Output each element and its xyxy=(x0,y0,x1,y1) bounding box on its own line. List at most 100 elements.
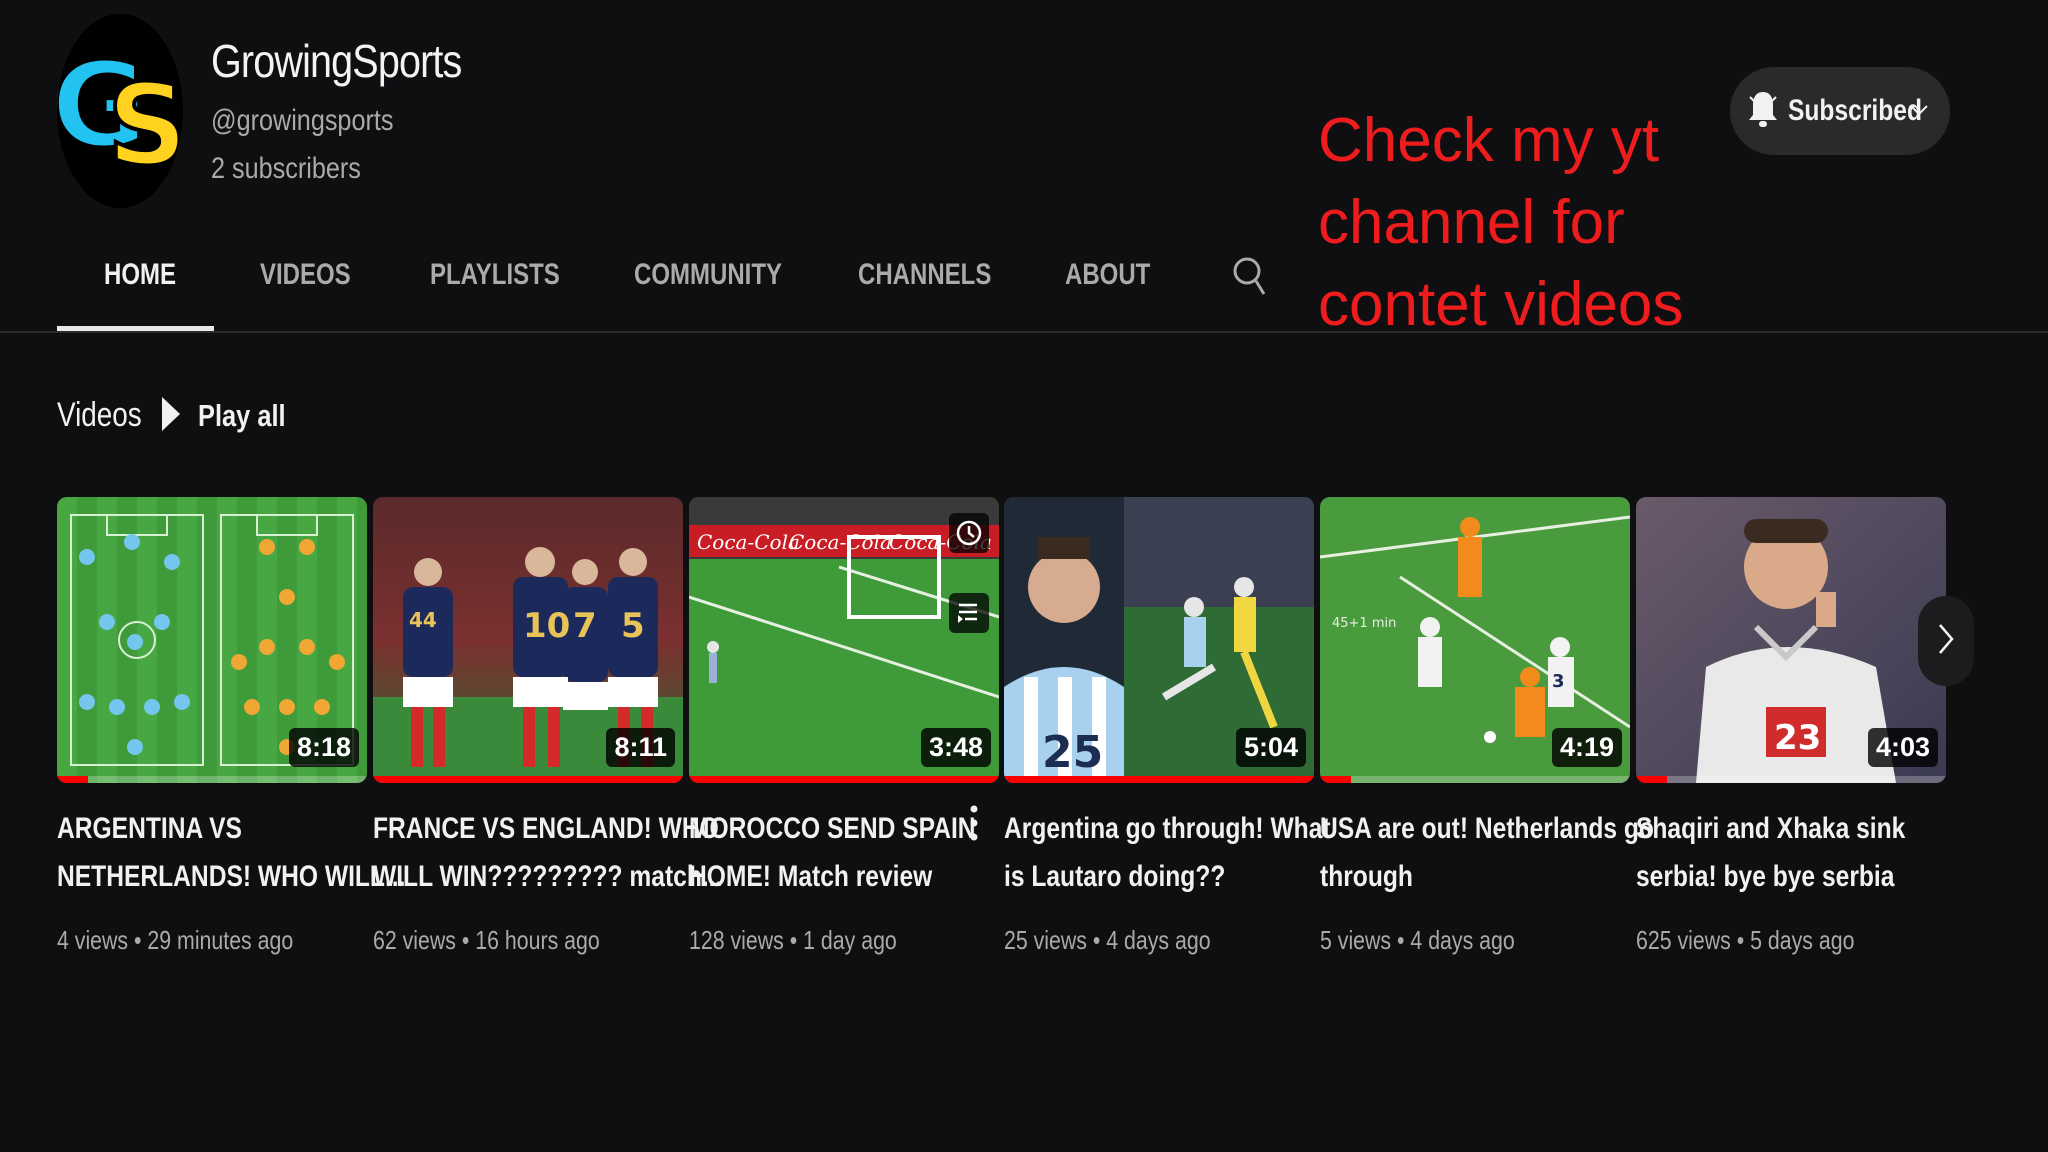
video-meta: 62 views • 16 hours ago xyxy=(373,925,600,955)
progress-track xyxy=(1636,776,1946,783)
watch-progress xyxy=(1636,776,1667,783)
title-line: Argentina go through! What xyxy=(1004,812,1331,845)
chevron-down-icon xyxy=(1908,99,1930,126)
video-duration: 8:11 xyxy=(606,728,675,767)
upload-age: 1 day ago xyxy=(803,925,897,955)
upload-age: 5 days ago xyxy=(1750,925,1855,955)
video-meta: 5 views • 4 days ago xyxy=(1320,925,1515,955)
title-line: USA are out! Netherlands go xyxy=(1320,812,1654,845)
tab-community[interactable]: COMMUNITY xyxy=(634,258,782,292)
watch-later-icon[interactable] xyxy=(949,513,989,553)
progress-track xyxy=(1320,776,1630,783)
video-duration: 5:04 xyxy=(1235,728,1306,767)
video-duration: 4:03 xyxy=(1867,728,1938,767)
upload-age: 4 days ago xyxy=(1410,925,1515,955)
title-line: through xyxy=(1320,860,1413,893)
upload-age: 4 days ago xyxy=(1106,925,1211,955)
ad-text: Coca-Cola xyxy=(697,530,800,554)
promo-line: channel for xyxy=(1318,188,1625,257)
view-count: 4 views xyxy=(57,925,129,955)
watch-progress xyxy=(689,776,999,783)
video-title[interactable]: FRANCE VS ENGLAND! WHO WILL WIN?????????… xyxy=(373,805,723,901)
bell-icon xyxy=(1748,89,1778,134)
jersey-number: 7 xyxy=(573,606,597,646)
svg-text:S: S xyxy=(107,61,183,191)
jersey-number: 5 xyxy=(621,606,645,646)
video-duration: 8:18 xyxy=(288,728,359,767)
jersey-number: 44 xyxy=(409,608,437,632)
section-title: Videos xyxy=(57,396,142,434)
play-icon xyxy=(160,395,182,438)
promo-text: Check my yt channel for contet videos xyxy=(1318,100,1738,346)
title-line: HOME! Match review xyxy=(689,860,933,893)
title-line: WILL WIN????????? match... xyxy=(373,860,723,893)
tabs-divider xyxy=(0,331,2048,333)
video-title[interactable]: USA are out! Netherlands go through xyxy=(1320,805,1654,901)
promo-line: Check my yt xyxy=(1318,106,1660,175)
video-thumbnail[interactable]: 8:18 xyxy=(57,497,367,783)
subscriber-count: 2 subscribers xyxy=(211,152,361,185)
video-card[interactable]: 8:18 ARGENTINA VS NETHERLANDS! WHO WILL.… xyxy=(57,497,406,956)
tab-playlists[interactable]: PLAYLISTS xyxy=(430,258,560,292)
jersey-number: 23 xyxy=(1774,718,1821,758)
upload-age: 16 hours ago xyxy=(475,925,600,955)
jersey-number: 10 xyxy=(523,606,570,646)
ad-text: Coca-Cola xyxy=(789,530,892,554)
video-duration: 3:48 xyxy=(920,728,991,767)
more-options-icon[interactable] xyxy=(968,803,980,848)
promo-line: contet videos xyxy=(1318,270,1684,339)
channel-name: GrowingSports xyxy=(211,35,462,87)
tab-channels[interactable]: CHANNELS xyxy=(858,258,991,292)
video-card[interactable]: Coca-Cola Coca-Cola Coca-Cola 3:48 MOROC… xyxy=(689,497,999,956)
video-meta: 625 views • 5 days ago xyxy=(1636,925,1855,955)
jersey-number: 3 xyxy=(1552,671,1565,692)
title-line: serbia! bye bye serbia xyxy=(1636,860,1895,893)
video-card[interactable]: 10 7 5 44 8:11 FRANCE VS ENGLAND! WHO WI… xyxy=(373,497,723,956)
tab-videos[interactable]: VIDEOS xyxy=(260,258,351,292)
progress-track xyxy=(57,776,367,783)
watch-progress xyxy=(1320,776,1351,783)
video-thumbnail[interactable]: 10 7 5 44 8:11 xyxy=(373,497,683,783)
next-arrow-button[interactable] xyxy=(1918,596,1974,686)
video-meta: 4 views • 29 minutes ago xyxy=(57,925,294,955)
video-card[interactable]: 23 4:03 Shaqiri and Xhaka sink serbia! b… xyxy=(1636,497,1946,956)
play-all-label: Play all xyxy=(198,398,286,433)
video-card[interactable]: 25 5:04 Argentina go through! What is La… xyxy=(1004,497,1331,956)
view-count: 62 views xyxy=(373,925,456,955)
subscribed-label: Subscribed xyxy=(1788,94,1922,127)
title-line: Shaqiri and Xhaka sink xyxy=(1636,812,1906,845)
tab-about[interactable]: ABOUT xyxy=(1065,258,1150,292)
tab-home[interactable]: HOME xyxy=(104,258,176,292)
video-thumbnail[interactable]: Coca-Cola Coca-Cola Coca-Cola 3:48 xyxy=(689,497,999,783)
title-line: MOROCCO SEND SPAIN xyxy=(689,812,976,845)
watch-progress xyxy=(373,776,683,783)
video-meta: 128 views • 1 day ago xyxy=(689,925,897,955)
video-thumbnail[interactable]: 45+1 min 3 4:19 xyxy=(1320,497,1630,783)
video-title[interactable]: MOROCCO SEND SPAIN HOME! Match review xyxy=(689,805,984,901)
video-card[interactable]: 45+1 min 3 4:19 USA are out! Netherlands… xyxy=(1320,497,1654,956)
play-all-button[interactable]: Play all xyxy=(160,396,305,436)
jersey-number: 25 xyxy=(1042,727,1103,778)
watch-progress xyxy=(1004,776,1314,783)
subscribed-button[interactable]: Subscribed xyxy=(1730,67,1950,155)
video-thumbnail[interactable]: 23 4:03 xyxy=(1636,497,1946,783)
channel-avatar[interactable]: G S xyxy=(57,14,183,208)
video-thumbnail[interactable]: 25 5:04 xyxy=(1004,497,1314,783)
title-line: ARGENTINA VS xyxy=(57,812,242,845)
add-to-queue-icon[interactable] xyxy=(949,593,989,633)
video-meta: 25 views • 4 days ago xyxy=(1004,925,1211,955)
view-count: 5 views xyxy=(1320,925,1392,955)
view-count: 25 views xyxy=(1004,925,1087,955)
search-icon[interactable] xyxy=(1232,254,1266,303)
title-line: NETHERLANDS! WHO WILL... xyxy=(57,860,406,893)
channel-handle: @growingsports xyxy=(211,104,394,137)
upload-age: 29 minutes ago xyxy=(147,925,294,955)
video-title[interactable]: ARGENTINA VS NETHERLANDS! WHO WILL... xyxy=(57,805,406,901)
video-title[interactable]: Shaqiri and Xhaka sink serbia! bye bye s… xyxy=(1636,805,1931,901)
view-count: 625 views xyxy=(1636,925,1731,955)
title-line: is Lautaro doing?? xyxy=(1004,860,1226,893)
view-count: 128 views xyxy=(689,925,784,955)
watch-progress xyxy=(57,776,88,783)
video-title[interactable]: Argentina go through! What is Lautaro do… xyxy=(1004,805,1331,901)
overlay-text: 45+1 min xyxy=(1332,616,1396,631)
